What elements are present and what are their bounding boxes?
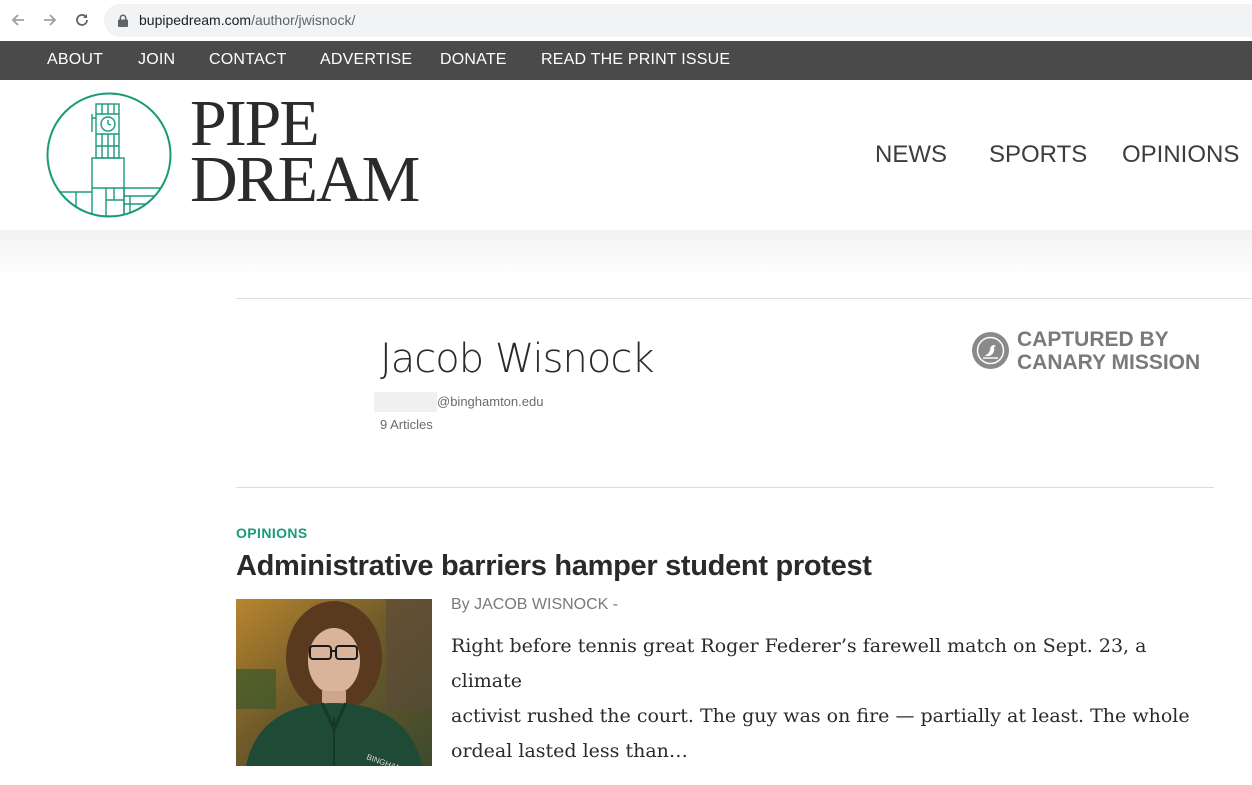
top-nav-advertise[interactable]: ADVERTISE — [320, 51, 412, 69]
header-shadow — [0, 230, 1252, 278]
logo-line-2: DREAM — [190, 143, 420, 216]
address-bar[interactable]: bupipedream.com/author/jwisnock/ — [104, 4, 1252, 37]
main-nav-news[interactable]: NEWS — [875, 141, 947, 169]
top-nav: ABOUT JOIN CONTACT ADVERTISE DONATE READ… — [0, 41, 1252, 80]
article-category[interactable]: OPINIONS — [236, 525, 308, 541]
site-logo-wordmark[interactable]: PIPE DREAM — [190, 91, 420, 216]
url-text: bupipedream.com/author/jwisnock/ — [139, 12, 355, 28]
main-nav-opinions[interactable]: OPINIONS — [1122, 141, 1239, 169]
email-redaction — [374, 392, 437, 412]
badge-line-1: CAPTURED BY — [1017, 328, 1169, 351]
divider — [236, 298, 1252, 299]
author-article-count: 9 Articles — [380, 417, 433, 432]
top-nav-contact[interactable]: CONTACT — [209, 51, 287, 69]
canary-mission-badge: CAPTURED BY CANARY MISSION — [1017, 328, 1200, 374]
author-name: Jacob Wisnock — [380, 336, 654, 382]
article-thumbnail[interactable]: BINGHAMTON — [236, 599, 432, 766]
excerpt-line: ordeal lasted less than… — [451, 740, 688, 762]
url-path: /author/jwisnock/ — [251, 12, 356, 28]
canary-bird-icon — [972, 332, 1009, 369]
article-byline[interactable]: By JACOB WISNOCK - — [451, 596, 618, 614]
divider — [236, 487, 1214, 488]
excerpt-line: activist rushed the court. The guy was o… — [451, 705, 1190, 727]
url-host: bupipedream.com — [139, 12, 252, 28]
browser-toolbar: bupipedream.com/author/jwisnock/ — [0, 0, 1252, 41]
reload-icon[interactable] — [70, 8, 94, 32]
top-nav-print-issue[interactable]: READ THE PRINT ISSUE — [541, 51, 730, 69]
clock-tower-logo-icon[interactable] — [46, 92, 172, 218]
top-nav-donate[interactable]: DONATE — [440, 51, 507, 69]
article-excerpt: Right before tennis great Roger Federer’… — [451, 629, 1211, 769]
badge-line-2: CANARY MISSION — [1017, 351, 1201, 374]
top-nav-join[interactable]: JOIN — [138, 51, 175, 69]
author-email[interactable]: @binghamton.edu — [437, 394, 543, 409]
forward-arrow-icon[interactable] — [38, 8, 62, 32]
back-arrow-icon[interactable] — [6, 8, 30, 32]
article-title[interactable]: Administrative barriers hamper student p… — [236, 550, 872, 583]
main-nav-sports[interactable]: SPORTS — [989, 141, 1087, 169]
lock-icon — [118, 14, 128, 27]
top-nav-about[interactable]: ABOUT — [47, 51, 103, 69]
excerpt-line: Right before tennis great Roger Federer’… — [451, 635, 1147, 692]
